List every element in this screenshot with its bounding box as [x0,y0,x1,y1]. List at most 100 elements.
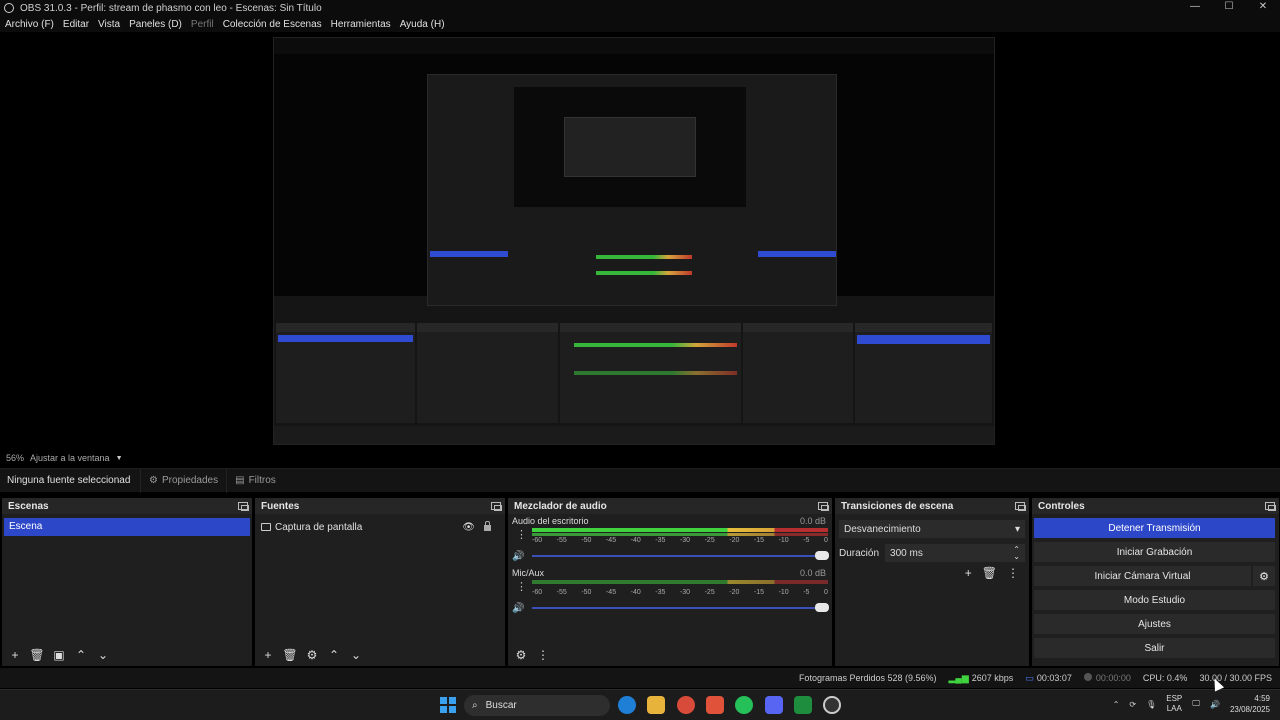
menu-coleccion-escenas[interactable]: Colección de Escenas [223,19,322,30]
whatsapp-icon[interactable] [735,696,753,714]
add-icon[interactable]: + [259,646,277,664]
undock-icon[interactable] [818,502,829,511]
mixer-toolbar: ⚙ ⋮ [508,644,832,666]
eye-icon[interactable]: 👁 [462,522,475,533]
menu-paneles[interactable]: Paneles (D) [129,19,182,30]
mixer-dock-header: Mezclador de audio [508,498,832,514]
trash-icon[interactable]: 🗑 [28,646,46,664]
properties-button[interactable]: ⚙ Propiedades [140,468,226,493]
more-options-icon[interactable]: ⋮ [516,528,527,541]
menu-editar[interactable]: Editar [63,19,89,30]
start-virtual-camera-button[interactable]: Iniciar Cámara Virtual [1034,566,1251,586]
slider-knob[interactable] [815,551,829,560]
menu-herramientas[interactable]: Herramientas [331,19,391,30]
file-explorer-icon[interactable] [647,696,665,714]
menu-archivo[interactable]: Archivo (F) [5,19,54,30]
volume-slider[interactable] [532,551,829,560]
chevron-up-icon[interactable]: ⌃ [1113,700,1120,709]
slider-knob[interactable] [815,603,829,612]
add-icon[interactable]: + [6,646,24,664]
more-options-icon[interactable]: ⋮ [1007,566,1019,580]
duration-row: Duración 300 ms ⌃ ⌄ [839,544,1025,562]
preview-scale-value: 56% [6,453,25,463]
menu-ayuda[interactable]: Ayuda (H) [400,19,445,30]
chevron-down-icon[interactable]: ⌄ [347,646,365,664]
sync-icon[interactable]: ⟳ [1129,700,1136,709]
volume-slider[interactable] [532,603,829,612]
network-icon[interactable]: 🖵 [1192,699,1200,709]
captured-controls-dock [854,323,992,423]
obs-icon[interactable] [823,696,841,714]
preview-fit-select[interactable]: Ajustar a la ventana [30,453,110,463]
volume-icon[interactable]: 🔊 [1210,700,1220,709]
menu-vista[interactable]: Vista [98,19,120,30]
chevron-down-icon[interactable]: ⌄ [94,646,112,664]
channel-db: 0.0 dB [799,516,826,526]
system-tray: ⌃ ⟳ 🎙 ESP LAA 🖵 🔊 4:59 23/08/2025 [1113,693,1270,715]
no-source-label: Ninguna fuente seleccionad [7,475,131,486]
scenes-dock: Escenas Escena + 🗑 ▣ ⌃ ⌄ [2,498,252,666]
chevron-up-icon[interactable]: ⌃ [325,646,343,664]
cpu-usage: CPU: 0.4% [1142,673,1188,683]
speaker-icon[interactable]: 🔊 [512,551,532,562]
start-recording-button[interactable]: Iniciar Grabación [1034,542,1275,562]
discord-icon[interactable] [765,696,783,714]
captured-nested-preview [514,87,746,207]
title-bar: OBS 31.0.3 - Perfil: stream de phasmo co… [0,0,1280,16]
transition-select[interactable]: Desvanecimiento ▾ [839,520,1025,538]
preview-canvas[interactable] [0,32,1280,450]
more-options-icon[interactable]: ⋮ [534,646,552,664]
channel-name: Audio del escritorio [512,516,589,526]
filter-icon[interactable]: ▣ [50,646,68,664]
record-time: 00:00:00 [1083,673,1131,683]
volume-row: 🔊 [512,550,829,562]
undock-icon[interactable] [238,502,249,511]
sources-dock: Fuentes Captura de pantalla 👁 + 🗑 ⚙ ⌃ ⌄ [255,498,505,666]
studio-mode-button[interactable]: Modo Estudio [1034,590,1275,610]
brave-icon[interactable] [706,696,724,714]
filters-button[interactable]: ▤ Filtros [226,468,284,493]
stop-stream-button[interactable]: Detener Transmisión [1034,518,1275,538]
exit-button[interactable]: Salir [1034,638,1275,658]
language-indicator[interactable]: ESP LAA [1166,694,1182,714]
excel-icon[interactable] [794,696,812,714]
captured-taskbar [274,426,994,444]
spinner-icon[interactable]: ⌃ ⌄ [1013,546,1020,561]
lock-icon[interactable] [484,521,491,531]
chevron-up-icon[interactable]: ⌃ [72,646,90,664]
mic-icon[interactable]: 🎙 [1146,700,1156,709]
more-options-icon[interactable]: ⋮ [516,580,527,593]
windows-taskbar: ⌕ Buscar ⌃ ⟳ 🎙 ESP LAA 🖵 🔊 4:59 23/08/20… [0,689,1280,720]
search-icon: ⌕ [472,700,478,711]
edge-icon[interactable] [618,696,636,714]
gear-icon[interactable]: ⚙ [512,646,530,664]
source-list-item[interactable]: Captura de pantalla 👁 [261,518,503,536]
virtual-cam-row: Iniciar Cámara Virtual ⚙ [1034,566,1275,586]
menu-perfil[interactable]: Perfil [191,19,214,30]
taskbar-search[interactable]: ⌕ Buscar [464,695,610,716]
scene-list-item[interactable]: Escena [4,518,250,536]
captured-title-bar [274,38,994,54]
speaker-icon[interactable]: 🔊 [512,603,532,614]
clock[interactable]: 4:59 23/08/2025 [1230,693,1270,715]
captured-docks [274,323,994,423]
add-icon[interactable]: + [965,566,972,580]
undock-icon[interactable] [1265,502,1276,511]
sources-dock-title: Fuentes [261,500,300,512]
captured-mixer-dock [560,323,742,423]
duration-input[interactable]: 300 ms ⌃ ⌄ [885,544,1025,562]
windows-start-icon[interactable] [440,697,456,713]
trash-icon[interactable]: 🗑 [281,646,299,664]
gear-icon[interactable]: ⚙ [303,646,321,664]
gear-icon[interactable]: ⚙ [1253,566,1275,586]
trash-icon[interactable]: 🗑 [982,566,997,580]
minimize-button[interactable]: — [1178,0,1212,16]
dropped-frames: Fotogramas Perdidos 528 (9.56%) [798,673,937,683]
chevron-down-icon[interactable]: ▼ [116,455,123,462]
undock-icon[interactable] [491,502,502,511]
undock-icon[interactable] [1015,502,1026,511]
maximize-button[interactable]: ☐ [1212,0,1246,16]
settings-button[interactable]: Ajustes [1034,614,1275,634]
chrome-icon[interactable] [677,696,695,714]
close-button[interactable]: ✕ [1246,0,1280,16]
